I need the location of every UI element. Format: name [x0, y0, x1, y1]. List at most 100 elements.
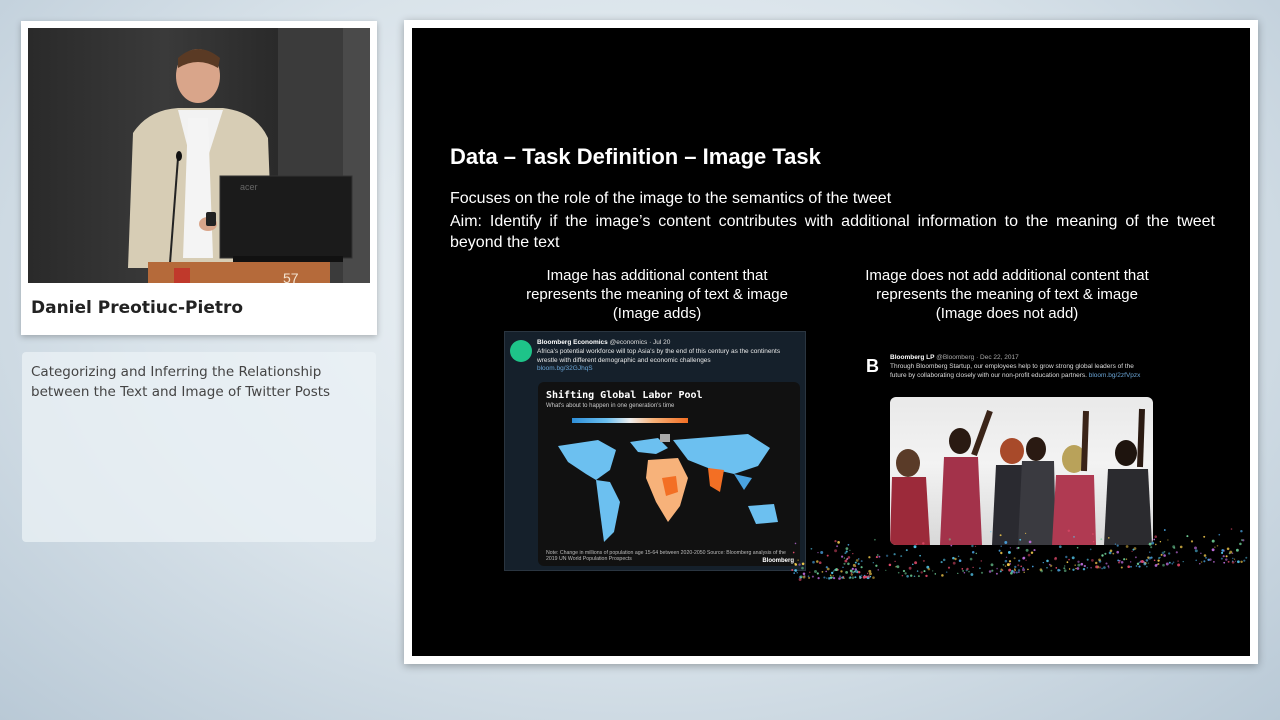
particle-dot: [816, 572, 819, 575]
particle-dot: [869, 576, 872, 578]
particle-dot: [1234, 560, 1237, 562]
particle-dot: [916, 570, 919, 572]
particle-dot: [825, 570, 828, 573]
particle-dot: [1063, 567, 1066, 570]
particle-dot: [1000, 551, 1003, 555]
particle-dot: [1013, 557, 1016, 560]
particle-dot: [1071, 556, 1075, 560]
particle-dot: [1101, 554, 1104, 557]
particle-dot: [1120, 560, 1124, 564]
particle-dot: [1123, 558, 1126, 561]
particle-dot: [1131, 550, 1133, 553]
particle-dot: [1067, 529, 1071, 533]
particle-dot: [852, 553, 854, 555]
particle-dot: [1225, 555, 1228, 558]
particle-dot: [927, 567, 931, 571]
particle-dot: [829, 574, 832, 577]
particle-dot: [1194, 546, 1197, 550]
particle-dot: [832, 576, 836, 580]
particle-dot: [814, 570, 817, 573]
particle-dot: [1218, 533, 1221, 536]
particle-dot: [1168, 552, 1171, 555]
particle-dot: [1177, 560, 1179, 562]
particle-dot: [1243, 559, 1246, 562]
particle-dot: [808, 576, 811, 579]
particle-dot: [1098, 558, 1101, 562]
particle-dot: [849, 576, 852, 578]
particle-dot: [860, 560, 863, 563]
particle-dot: [844, 552, 847, 555]
particle-dot: [1159, 556, 1161, 559]
particle-dot: [1211, 548, 1215, 552]
particle-dot: [797, 559, 799, 561]
particle-dot: [1162, 563, 1165, 567]
particle-dot: [1175, 551, 1178, 554]
particle-dot: [934, 573, 937, 575]
particle-dot: [1024, 532, 1027, 535]
particle-dot: [1125, 545, 1129, 548]
particle-dot: [971, 544, 974, 548]
particle-dot: [1064, 565, 1066, 567]
particle-dot: [849, 549, 851, 552]
particle-dot: [914, 561, 918, 565]
particle-dot: [1019, 538, 1022, 541]
particle-dot: [1235, 548, 1239, 552]
particle-dot: [868, 556, 871, 559]
particle-dot: [1203, 535, 1206, 538]
particle-dot: [1204, 556, 1208, 559]
particle-dot: [1134, 556, 1137, 559]
particle-dot: [1000, 568, 1003, 571]
particle-dot: [954, 557, 957, 561]
talk-info-panel: Categorizing and Inferring the Relations…: [22, 352, 376, 542]
particle-dot: [1182, 560, 1184, 563]
particle-dot: [1147, 556, 1150, 559]
particle-dot: [1220, 557, 1223, 560]
slide: Data – Task Definition – Image Task Focu…: [412, 28, 1250, 656]
particle-dot: [1153, 559, 1156, 562]
particle-dot: [1048, 563, 1051, 566]
particle-dot: [1058, 545, 1062, 549]
particle-dot: [900, 555, 903, 558]
particle-dot: [1171, 562, 1174, 565]
particle-dot: [1028, 540, 1032, 544]
particle-dot: [952, 561, 956, 565]
particle-dot: [1068, 568, 1071, 570]
particle-dot: [868, 569, 872, 573]
particle-dot: [912, 563, 914, 566]
particle-dot: [1172, 561, 1175, 564]
particle-dot: [1105, 562, 1108, 565]
particle-dot: [867, 575, 871, 578]
particle-dot: [1226, 547, 1230, 551]
particle-dot: [1065, 555, 1068, 559]
particle-dot: [817, 551, 819, 554]
particle-dot: [1015, 571, 1018, 574]
particle-dot: [1008, 568, 1012, 572]
particle-dot: [1018, 571, 1020, 573]
particle-dot: [957, 555, 960, 558]
particle-dot: [1135, 565, 1138, 567]
particle-dot: [872, 562, 874, 564]
particle-dot: [972, 566, 974, 569]
particle-dot: [991, 569, 994, 572]
particle-dot: [913, 545, 917, 549]
particle-dot: [818, 561, 822, 565]
particle-dot: [791, 569, 794, 571]
particle-dot: [1231, 560, 1234, 562]
particle-dot: [1221, 549, 1225, 552]
particle-dot: [859, 576, 862, 579]
particle-dot: [1130, 561, 1132, 563]
particle-dot: [962, 569, 965, 572]
particle-dot: [1095, 565, 1099, 569]
particle-dot: [1195, 559, 1198, 562]
particle-dot: [1118, 559, 1121, 562]
particle-dot: [1154, 535, 1157, 538]
particle-dot: [842, 566, 844, 568]
particle-dot: [1100, 538, 1103, 541]
speaker-video[interactable]: acer 57: [28, 28, 370, 283]
particle-dot: [1007, 550, 1011, 554]
particle-dot: [1004, 541, 1008, 544]
particle-dot: [872, 576, 875, 579]
svg-text:57: 57: [283, 270, 299, 283]
particle-dot: [1177, 563, 1181, 567]
particle-dot: [1138, 565, 1141, 568]
